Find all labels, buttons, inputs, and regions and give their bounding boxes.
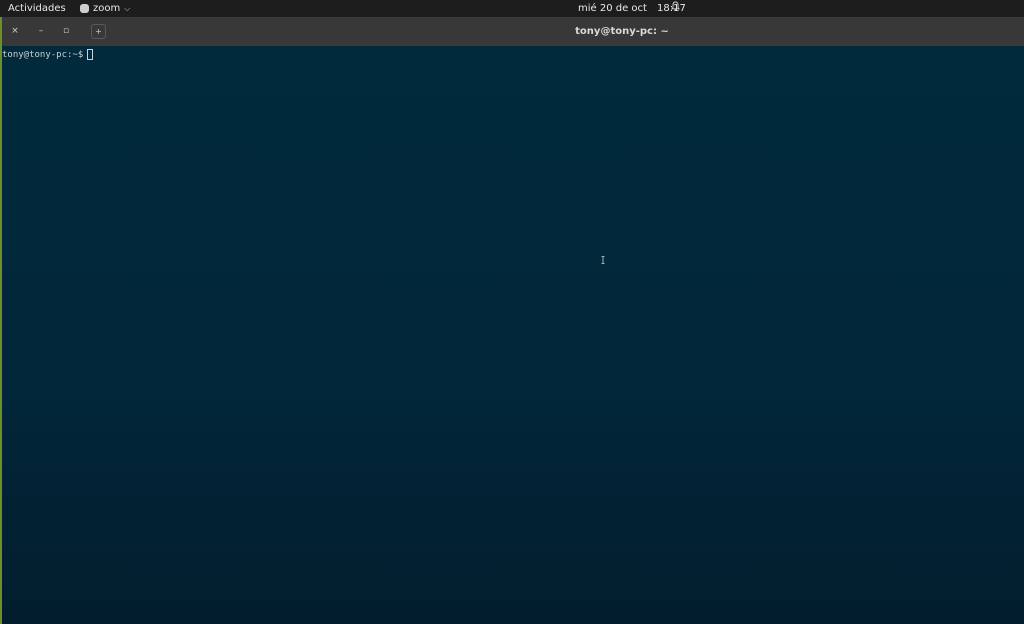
- app-menu-label: zoom: [93, 3, 121, 14]
- prompt-line: tony@tony-pc:~$: [2, 49, 94, 60]
- shell-prompt: tony@tony-pc:~$: [2, 49, 84, 60]
- chevron-down-icon: ⌵: [124, 4, 131, 13]
- text-cursor: [87, 49, 94, 60]
- desktop: Actividades zoom ⌵ mié 20 de oct 18:17 ×…: [0, 0, 1024, 624]
- zoom-app-icon: [80, 4, 89, 13]
- terminal-area[interactable]: tony@tony-pc:~$: [2, 46, 1024, 624]
- window-title: tony@tony-pc: ~: [575, 26, 669, 37]
- clock[interactable]: mié 20 de oct 18:17: [578, 0, 686, 17]
- mouse-ibeam-cursor-icon: [601, 256, 605, 264]
- terminal-window: × – ▫ + tony@tony-pc: ~ tony@tony-pc:~$: [0, 17, 1024, 624]
- clock-date: mié 20 de oct: [578, 3, 647, 14]
- activities-button[interactable]: Actividades: [8, 0, 66, 17]
- header-bar[interactable]: × – ▫ + tony@tony-pc: ~: [2, 17, 1024, 46]
- bell-icon[interactable]: [671, 0, 680, 17]
- top-bar: Actividades zoom ⌵ mié 20 de oct 18:17: [0, 0, 1024, 17]
- app-menu[interactable]: zoom ⌵: [80, 0, 130, 17]
